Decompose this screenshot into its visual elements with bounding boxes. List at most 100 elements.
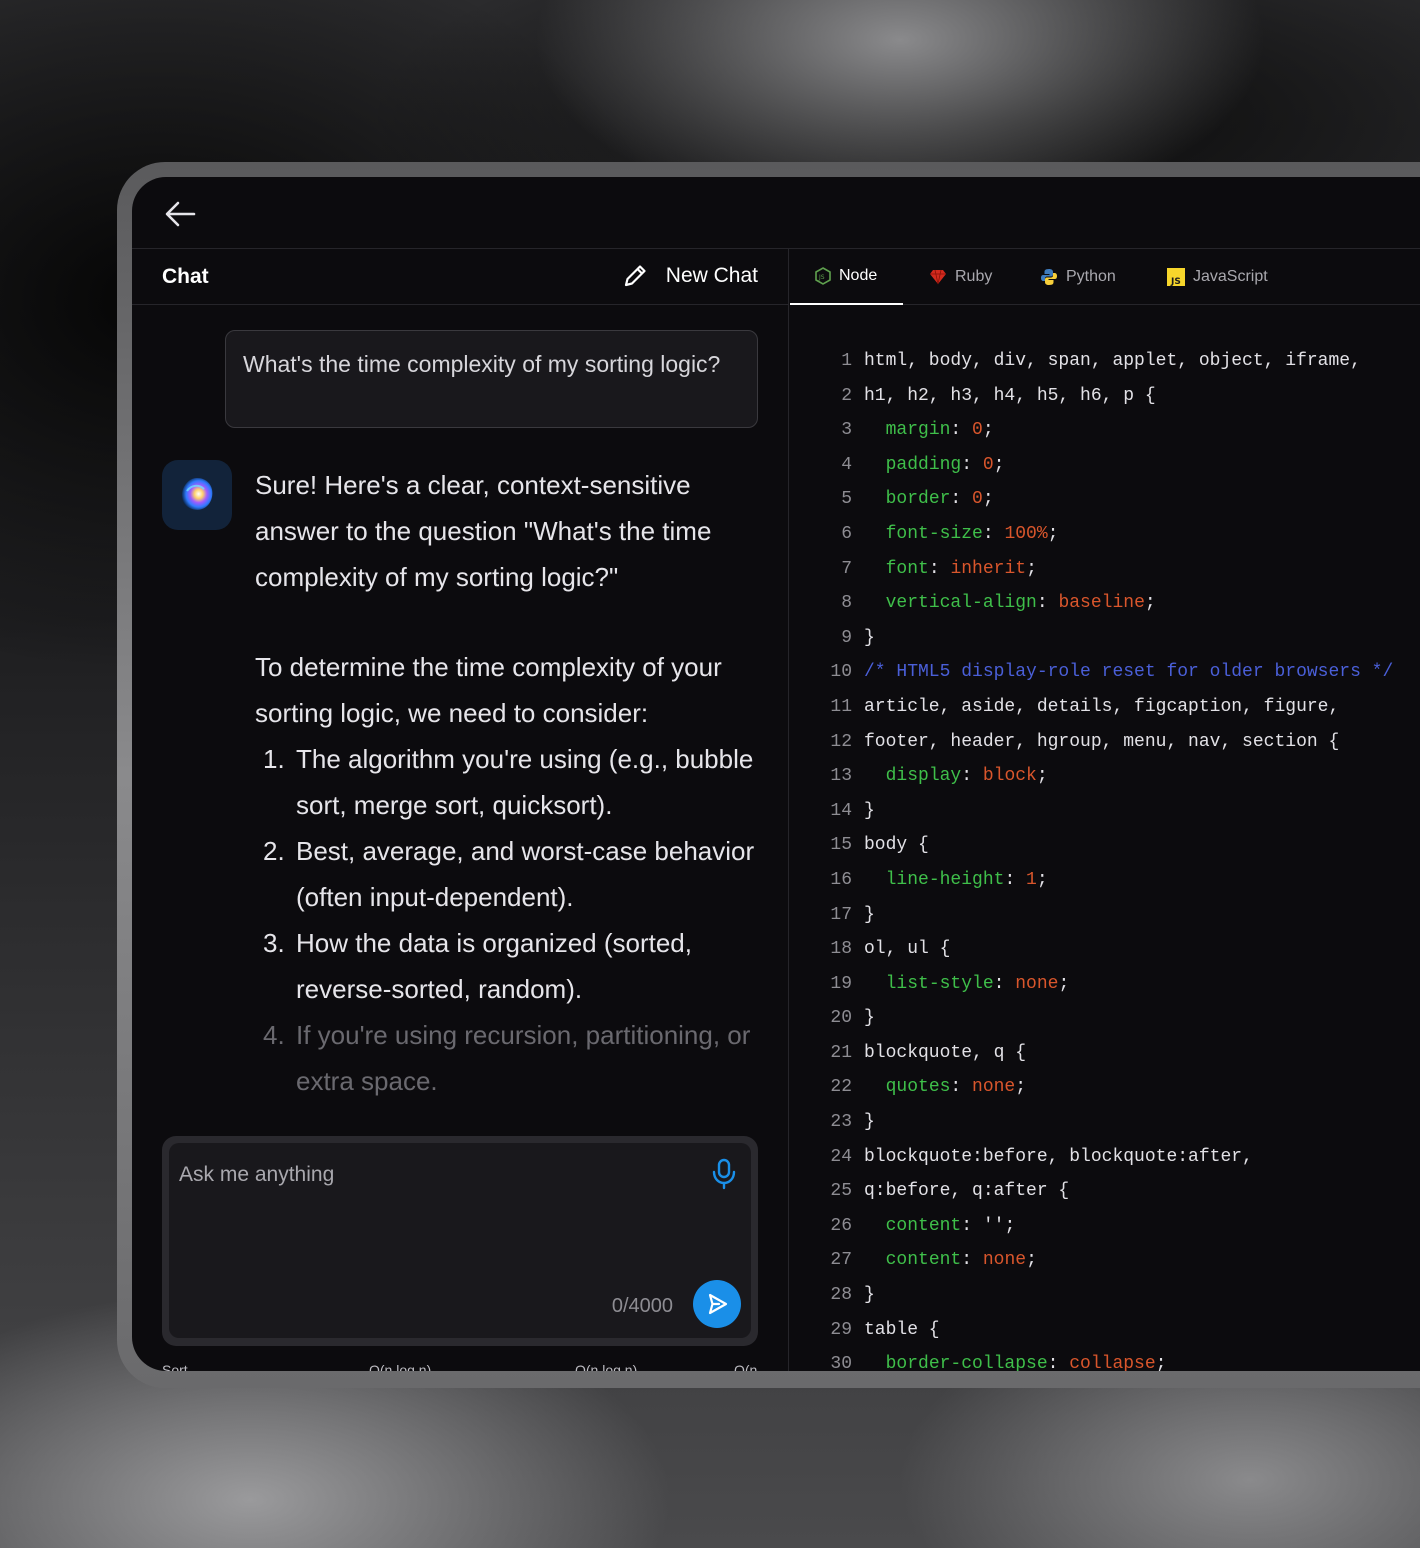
line-content: }	[864, 1105, 875, 1140]
line-content: margin: 0;	[864, 413, 994, 448]
chat-input-box: 0/4000	[162, 1136, 758, 1346]
answer-point: 4. If you're using recursion, partitionin…	[263, 1020, 751, 1096]
code-token: font	[885, 558, 929, 579]
line-content: list-style: none;	[864, 967, 1070, 1002]
code-token: }	[864, 1112, 875, 1133]
answer-point: 1. The algorithm you're using (e.g., bubb…	[263, 744, 754, 820]
code-token: body {	[864, 835, 929, 856]
code-token: :	[961, 1250, 983, 1271]
code-line: 24 blockquote:before, blockquote:after,	[790, 1140, 1420, 1175]
ai-orb-icon	[181, 478, 213, 510]
voice-input-button[interactable]	[709, 1157, 739, 1191]
new-chat-button[interactable]: New Chat	[622, 263, 758, 289]
line-number: 13	[830, 766, 852, 787]
tab-ruby[interactable]: Ruby	[929, 249, 992, 305]
tab-python[interactable]: Python	[1040, 249, 1116, 305]
code-line: 19 list-style: none;	[790, 967, 1420, 1002]
code-token: }	[864, 1008, 875, 1029]
answer-point: 3. How the data is organized (sorted, rev…	[263, 928, 692, 1004]
code-line: 9}	[790, 621, 1420, 656]
code-editor[interactable]: 1 html, body, div, span, applet, object, …	[790, 344, 1420, 1371]
code-token: blockquote:before, blockquote:after,	[864, 1146, 1253, 1167]
table-peek-row: Sort O(n log n) O(n log n) O(n	[132, 1362, 789, 1371]
code-token: ;	[1155, 1354, 1167, 1371]
table-cell: O(n log n)	[369, 1362, 432, 1371]
code-token: padding	[885, 454, 962, 475]
send-button[interactable]	[693, 1280, 741, 1328]
line-content: }	[864, 794, 875, 829]
answer-lead: To determine the time complexity of your…	[255, 652, 722, 728]
code-token: display	[885, 766, 962, 787]
code-token: collapse	[1069, 1354, 1156, 1371]
line-number: 8	[841, 593, 852, 614]
line-number: 30	[830, 1354, 852, 1371]
code-line: 10 /* HTML5 display-role reset for older …	[790, 655, 1420, 690]
line-number: 2	[841, 385, 852, 406]
character-count: 0/4000	[611, 1295, 673, 1317]
code-token: }	[864, 800, 875, 821]
code-line: 16 line-height: 1;	[790, 863, 1420, 898]
line-number: 22	[830, 1077, 852, 1098]
line-number: 19	[830, 973, 852, 994]
code-token: :	[993, 973, 1016, 994]
line-content: display: block;	[864, 759, 1048, 794]
arrow-left-icon	[165, 201, 196, 227]
line-content: blockquote:before, blockquote:after,	[864, 1140, 1253, 1175]
tablet-frame: Chat New Chat What's the time complexity…	[117, 162, 1420, 1388]
line-content: footer, header, hgroup, menu, nav, secti…	[864, 725, 1339, 760]
line-number: 1	[841, 351, 852, 371]
code-token: h1, h2, h3, h4, h5, h6, p {	[864, 385, 1156, 406]
tab-node[interactable]: JS Node	[790, 249, 903, 305]
line-number: 14	[830, 800, 852, 821]
line-content: blockquote, q {	[864, 1036, 1026, 1071]
code-token: ol, ul {	[864, 939, 951, 960]
code-line: 18 ol, ul {	[790, 932, 1420, 967]
table-cell: O(n	[734, 1362, 758, 1371]
code-line: 7 font: inherit;	[790, 552, 1420, 587]
tab-javascript[interactable]: JS JavaScript	[1167, 249, 1268, 305]
code-line: 20}	[790, 1001, 1420, 1036]
line-content: line-height: 1;	[864, 863, 1048, 898]
user-message-bubble: What's the time complexity of my sorting…	[225, 330, 758, 428]
line-number: 24	[830, 1146, 852, 1167]
line-content: }	[864, 1001, 875, 1036]
code-token: }	[864, 627, 875, 648]
line-number: 25	[830, 1181, 852, 1202]
code-token: 0	[982, 454, 994, 475]
line-content: }	[864, 898, 875, 933]
code-token: :	[1047, 1354, 1070, 1371]
assistant-avatar	[162, 460, 232, 530]
line-number: 10	[830, 662, 852, 683]
code-token: border	[885, 489, 951, 510]
line-number: 5	[841, 489, 852, 510]
code-token: ;	[1058, 973, 1070, 994]
answer-point: 2. Best, average, and worst-case behavior…	[263, 836, 755, 912]
line-content: }	[864, 1278, 875, 1313]
code-line: 12 footer, header, hgroup, menu, nav, sec…	[790, 725, 1420, 760]
chat-input-inner: 0/4000	[169, 1143, 751, 1338]
line-number: 18	[830, 939, 852, 960]
code-token: quotes	[885, 1077, 951, 1098]
line-number: 12	[830, 731, 852, 752]
code-line: 6 font-size: 100%;	[790, 517, 1420, 552]
line-number: 21	[830, 1042, 852, 1063]
top-bar	[132, 177, 1420, 249]
line-number: 3	[841, 420, 852, 441]
line-content: content: none;	[864, 1243, 1037, 1278]
code-token: article, aside, details, figcaption, fig…	[864, 696, 1340, 717]
chat-input[interactable]	[179, 1157, 699, 1193]
line-content: border-collapse: collapse;	[864, 1347, 1167, 1371]
line-content: content: '';	[864, 1209, 1016, 1244]
code-token: block	[982, 766, 1037, 787]
svg-text:JS: JS	[818, 274, 825, 281]
line-content: table {	[864, 1313, 940, 1348]
back-button[interactable]	[162, 199, 198, 229]
